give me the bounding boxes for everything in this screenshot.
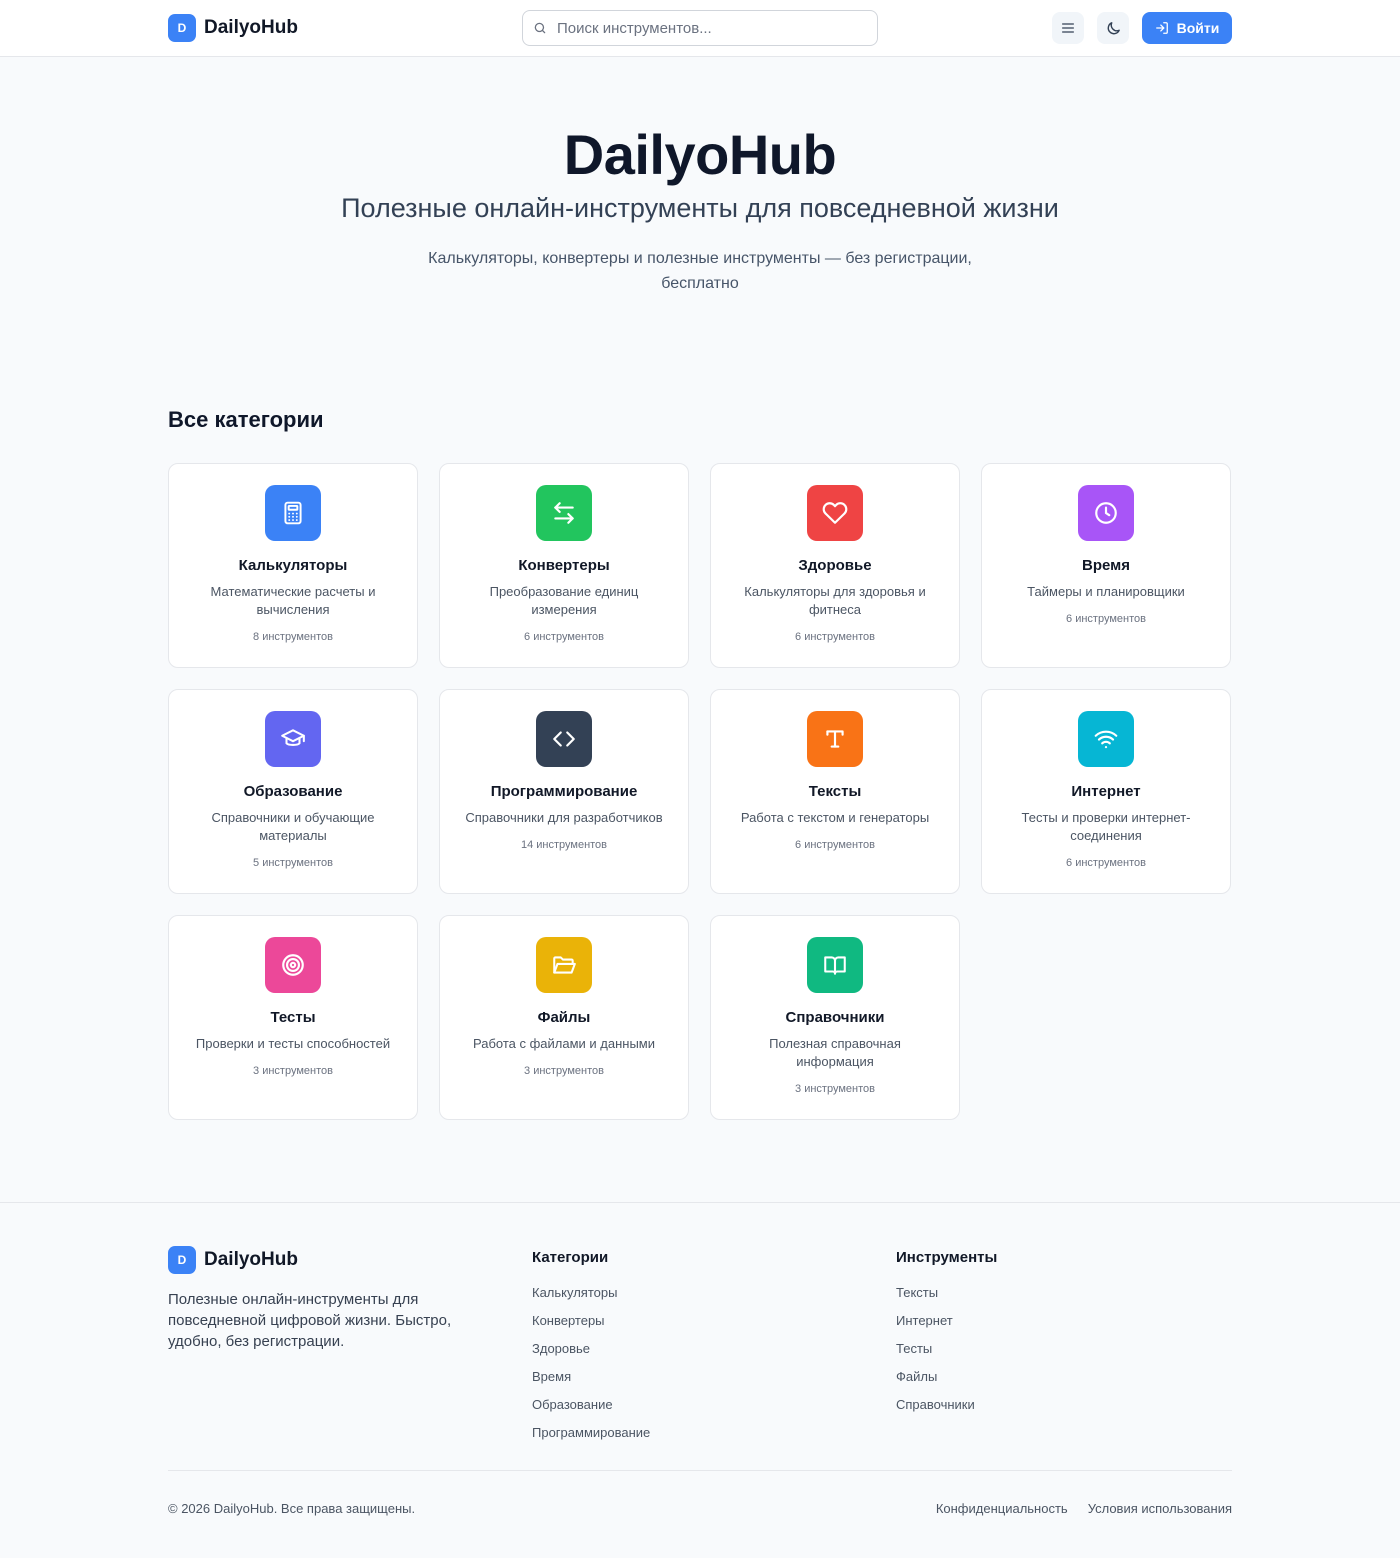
footer-link[interactable]: Здоровье [532, 1341, 650, 1369]
card-title: Программирование [490, 783, 638, 800]
footer-link[interactable]: Тексты [896, 1285, 997, 1313]
arrows-exchange-icon [536, 485, 592, 541]
text-type-icon [807, 711, 863, 767]
card-count: 3 инструментов [524, 1065, 604, 1077]
terms-link[interactable]: Условия использования [1088, 1501, 1232, 1516]
category-card-converters[interactable]: Конвертеры Преобразование единиц измерен… [439, 463, 689, 668]
footer-link[interactable]: Программирование [532, 1425, 650, 1453]
clock-icon [1078, 485, 1134, 541]
folder-open-icon [536, 937, 592, 993]
card-title: Интернет [1071, 783, 1141, 800]
top-header: D DailyoHub Войти [0, 0, 1400, 57]
card-title: Тесты [270, 1009, 316, 1026]
heart-icon [807, 485, 863, 541]
site-footer: D DailyoHub Полезные онлайн-инструменты … [0, 1202, 1400, 1558]
category-card-education[interactable]: Образование Справочники и обучающие мате… [168, 689, 418, 894]
category-card-files[interactable]: Файлы Работа с файлами и данными 3 инстр… [439, 915, 689, 1120]
wifi-icon [1078, 711, 1134, 767]
footer-link[interactable]: Интернет [896, 1313, 997, 1341]
category-card-time[interactable]: Время Таймеры и планировщики 6 инструмен… [981, 463, 1231, 668]
card-description: Проверки и тесты способностей [195, 1036, 391, 1051]
card-count: 6 инструментов [795, 631, 875, 643]
login-label: Войти [1176, 20, 1220, 36]
footer-description: Полезные онлайн-инструменты для повседне… [168, 1291, 452, 1350]
category-card-programming[interactable]: Программирование Справочники для разрабо… [439, 689, 689, 894]
code-icon [536, 711, 592, 767]
calculator-icon [265, 485, 321, 541]
menu-button[interactable] [1052, 12, 1084, 44]
footer-link[interactable]: Калькуляторы [532, 1285, 650, 1313]
copyright: © 2026 DailyoHub. Все права защищены. [168, 1501, 416, 1516]
footer-brand-badge: D [168, 1246, 196, 1274]
section-title: Все категории [168, 407, 324, 432]
card-description: Математические расчеты и вычисления [210, 584, 376, 617]
card-title: Справочники [785, 1009, 885, 1026]
categories-grid: Калькуляторы Математические расчеты и вы… [168, 463, 1232, 1120]
theme-toggle-button[interactable] [1097, 12, 1129, 44]
login-icon [1155, 22, 1168, 34]
category-card-references[interactable]: Справочники Полезная справочная информац… [710, 915, 960, 1120]
brand-logo[interactable]: D DailyoHub [168, 14, 298, 42]
card-description: Тесты и проверки интернет-соединения [1021, 810, 1191, 843]
card-count: 3 инструментов [795, 1083, 875, 1095]
card-title: Калькуляторы [238, 557, 348, 574]
search-icon [534, 22, 546, 34]
card-count: 6 инструментов [1066, 857, 1146, 869]
footer-link[interactable]: Образование [532, 1397, 650, 1425]
card-count: 6 инструментов [795, 839, 875, 851]
hero-description: Калькуляторы, конвертеры и полезные инст… [428, 250, 972, 292]
search-input[interactable] [557, 19, 857, 37]
card-title: Время [1082, 557, 1130, 574]
card-count: 6 инструментов [524, 631, 604, 643]
category-card-tests[interactable]: Тесты Проверки и тесты способностей 3 ин… [168, 915, 418, 1120]
footer-link[interactable]: Справочники [896, 1397, 997, 1425]
footer-brand-name: DailyoHub [204, 1249, 298, 1270]
category-card-texts[interactable]: Тексты Работа с текстом и генераторы 6 и… [710, 689, 960, 894]
footer-categories-column: Категории Калькуляторы Конвертеры Здоров… [532, 1249, 650, 1453]
menu-icon [1062, 23, 1074, 33]
card-title: Здоровье [798, 557, 872, 574]
card-count: 5 инструментов [253, 857, 333, 869]
hero-title: DailyoHub [563, 123, 837, 186]
footer-brand-logo[interactable]: D DailyoHub [168, 1246, 298, 1274]
moon-icon [1107, 21, 1120, 34]
footer-link[interactable]: Тесты [896, 1341, 997, 1369]
card-title: Конвертеры [518, 557, 610, 574]
category-card-health[interactable]: Здоровье Калькуляторы для здоровья и фит… [710, 463, 960, 668]
card-count: 3 инструментов [253, 1065, 333, 1077]
card-description: Калькуляторы для здоровья и фитнеса [744, 584, 926, 617]
card-title: Тексты [808, 783, 862, 800]
card-count: 14 инструментов [520, 839, 608, 851]
privacy-link[interactable]: Конфиденциальность [936, 1501, 1068, 1516]
category-card-internet[interactable]: Интернет Тесты и проверки интернет-соеди… [981, 689, 1231, 894]
brand-name: DailyoHub [204, 17, 298, 38]
footer-link[interactable]: Конвертеры [532, 1313, 650, 1341]
card-description: Работа с текстом и генераторы [740, 810, 930, 825]
footer-link[interactable]: Время [532, 1369, 650, 1397]
hero-subtitle: Полезные онлайн-инструменты для повседне… [341, 193, 1059, 223]
graduation-cap-icon [265, 711, 321, 767]
card-description: Работа с файлами и данными [472, 1036, 656, 1051]
card-count: 8 инструментов [253, 631, 333, 643]
book-open-icon [807, 937, 863, 993]
card-description: Преобразование единиц измерения [489, 584, 639, 617]
target-icon [265, 937, 321, 993]
brand-badge: D [168, 14, 196, 42]
footer-tools-column: Инструменты Тексты Интернет Тесты Файлы … [896, 1249, 997, 1425]
card-description: Полезная справочная информация [769, 1036, 901, 1069]
search-box[interactable] [522, 10, 878, 46]
footer-column-title: Категории [532, 1249, 609, 1266]
category-card-calculators[interactable]: Калькуляторы Математические расчеты и вы… [168, 463, 418, 668]
card-count: 6 инструментов [1066, 613, 1146, 625]
card-title: Образование [243, 783, 343, 800]
footer-link[interactable]: Файлы [896, 1369, 997, 1397]
card-title: Файлы [537, 1009, 591, 1026]
footer-divider [168, 1470, 1232, 1471]
card-description: Таймеры и планировщики [1027, 584, 1185, 599]
legal-links: Конфиденциальность Условия использования [936, 1501, 1232, 1516]
card-description: Справочники и обучающие материалы [211, 810, 375, 843]
login-button[interactable]: Войти [1142, 12, 1232, 44]
card-description: Справочники для разработчиков [465, 810, 663, 825]
footer-column-title: Инструменты [896, 1249, 998, 1266]
